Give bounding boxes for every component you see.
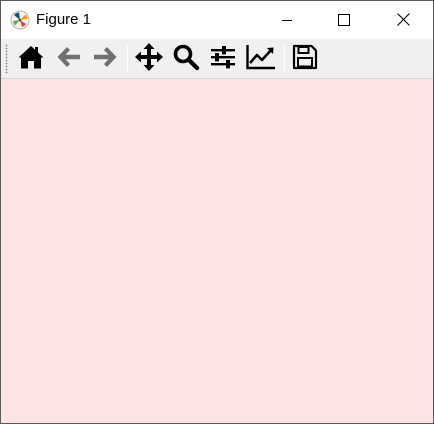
back-button[interactable] bbox=[52, 42, 86, 76]
minimize-button[interactable] bbox=[264, 1, 310, 39]
configure-subplots-button[interactable] bbox=[206, 42, 240, 76]
line-chart-icon bbox=[246, 44, 276, 74]
home-icon bbox=[17, 44, 45, 74]
matplotlib-logo-icon bbox=[10, 10, 30, 30]
edit-axes-button[interactable] bbox=[244, 42, 278, 76]
zoom-button[interactable] bbox=[169, 42, 203, 76]
sliders-icon bbox=[209, 44, 237, 74]
toolbar-separator bbox=[284, 45, 285, 73]
forward-button[interactable] bbox=[88, 42, 122, 76]
window-title: Figure 1 bbox=[36, 11, 92, 28]
maximize-icon bbox=[338, 11, 350, 30]
floppy-disk-icon bbox=[292, 44, 318, 74]
title-bar[interactable]: Figure 1 bbox=[1, 1, 433, 39]
toolbar-grip[interactable] bbox=[5, 44, 8, 74]
close-button[interactable] bbox=[380, 1, 426, 39]
close-icon bbox=[396, 11, 410, 30]
figure-window: Figure 1 bbox=[0, 0, 434, 424]
pan-button[interactable] bbox=[132, 42, 166, 76]
arrow-left-icon bbox=[56, 44, 82, 74]
figure-canvas[interactable] bbox=[1, 79, 433, 423]
toolbar-separator bbox=[127, 45, 128, 73]
arrow-right-icon bbox=[92, 44, 118, 74]
home-button[interactable] bbox=[14, 42, 48, 76]
minimize-icon bbox=[281, 11, 293, 30]
navigation-toolbar bbox=[1, 39, 433, 79]
magnifier-icon bbox=[172, 43, 200, 75]
move-icon bbox=[134, 42, 164, 76]
save-button[interactable] bbox=[288, 42, 322, 76]
maximize-button[interactable] bbox=[321, 1, 367, 39]
